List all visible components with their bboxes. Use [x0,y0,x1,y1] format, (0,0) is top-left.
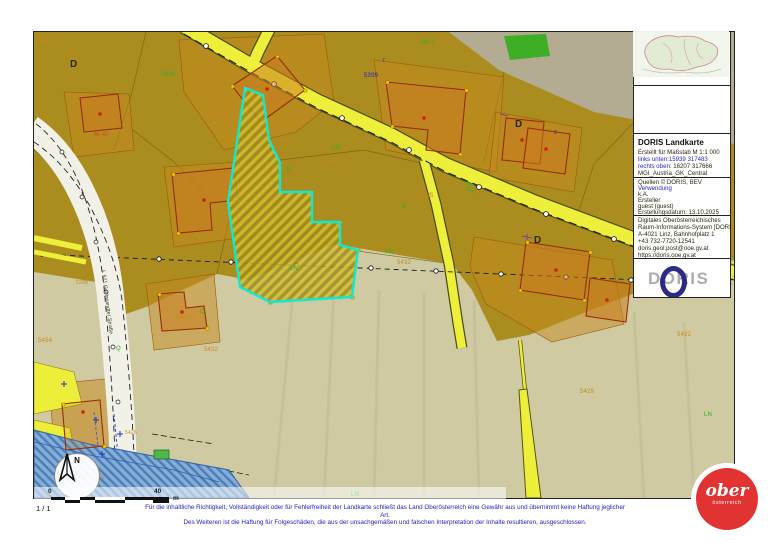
scale-bar-graphic [51,497,169,503]
scale-end: 40 [154,488,162,495]
meta-lines: Erstellt für Maßstab M 1:1 000 links unte… [638,149,726,177]
info-text: https://doris.ooe.gv.at [638,251,696,259]
doris-logo-box: DORIS [633,259,731,298]
scale-bar: 0 40 m [34,487,506,505]
map-canvas: 5442/1 D 5438 5368/7 5417 5399 7 AV AV 5435/2 D 2 5… [33,31,735,505]
map-graphics [34,32,734,498]
doris-map-page: 5442/1 D 5438 5368/7 5417 5399 7 AV AV 5435/2 D 2 5… [0,0,768,543]
source-lines: Quellen © DORIS, BEV Verwendung k.A. Erstel… [638,179,726,216]
map-info-sidebar: DORIS Landkarte Erstellt für Maßstab M 1… [633,31,731,298]
disclaimer-line-1: Für die inhaltliche Richtigkeit, Vollstä… [145,504,625,519]
scale-start: 0 [48,488,52,495]
map-source-box: Quellen © DORIS, BEV Verwendung k.A. Erstel… [633,178,731,216]
info-text: Erstellungsdatum: 13.10.2025 [638,208,719,216]
overview-map-box [633,31,731,134]
brand-name: ober [705,481,749,501]
ooe-brand-logo: ober österreich [691,463,763,535]
doris-logo-ring-icon [660,266,687,297]
contact-lines: Digitales Oberösterreichisches Raum-Infor… [638,217,730,259]
north-arrow-icon [58,454,76,482]
map-title: DORIS Landkarte [638,138,704,147]
brand-logo-circle: ober österreich [696,468,758,530]
doris-contact-box: Digitales Oberösterreichisches Raum-Infor… [633,216,731,259]
disclaimer-text: Für die inhaltliche Richtigkeit, Vollstä… [140,504,630,527]
page-indicator: 1 / 1 [36,504,51,513]
map-meta-box: DORIS Landkarte Erstellt für Maßstab M 1… [633,134,731,178]
scale-unit: m [173,495,179,502]
green-field [504,34,550,60]
info-line: Erstellungsdatum: 13.10.2025 [638,208,726,216]
disclaimer-line-2: Des Weiteren ist die Haftung für Folgesc… [183,519,587,527]
info-line: MGI_Austria_GK_Central [638,169,726,177]
info-text: MGI_Austria_GK_Central [638,169,708,177]
